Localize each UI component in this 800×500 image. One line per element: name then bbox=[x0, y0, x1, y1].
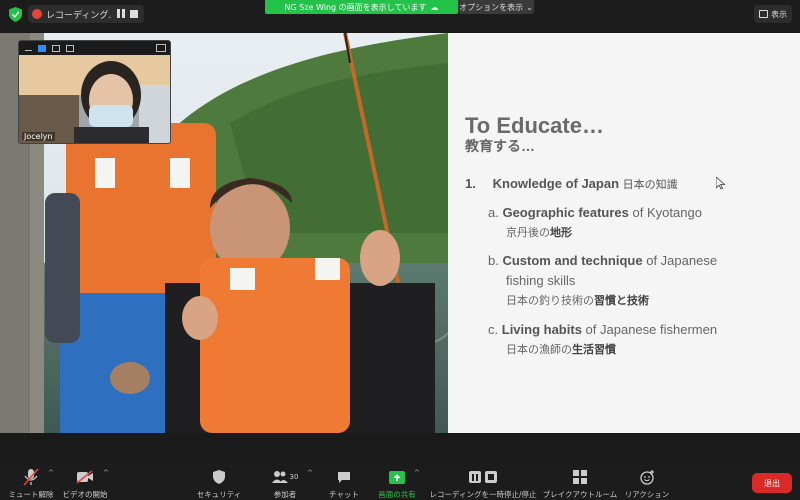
recording-controls-button[interactable]: レコーディングを一時停止/停止 bbox=[428, 458, 538, 500]
pause-stop-icon bbox=[466, 466, 500, 488]
subitem-line2: fishing skills bbox=[506, 273, 576, 288]
security-button[interactable]: セキュリティ bbox=[196, 458, 242, 500]
recording-indicator[interactable]: レコーディング... bbox=[28, 5, 144, 23]
leave-button[interactable]: 退出 bbox=[752, 473, 792, 493]
self-video-feed bbox=[19, 55, 170, 143]
speaker-view-icon[interactable] bbox=[52, 44, 60, 52]
slide-subitem-a: a. Geographic features of Kyotango 京丹後の地… bbox=[488, 203, 702, 243]
grid-view-icon bbox=[759, 10, 768, 18]
share-screen-label: 画面の共有 bbox=[378, 490, 416, 499]
subitem-jp-bold: 地形 bbox=[550, 227, 572, 239]
subitem-jp: 日本の釣り技術の習慣と技術 bbox=[488, 291, 717, 311]
slide-subitem-b: b. Custom and technique of Japanese fish… bbox=[488, 251, 717, 311]
security-label: セキュリティ bbox=[196, 490, 242, 499]
subitem-jp: 日本の漁師の生活習慣 bbox=[488, 340, 717, 360]
subitem-jp-pre: 日本の漁師の bbox=[506, 344, 572, 356]
presentation-slide: To Educate… 教育する… 1. Knowledge of Japan … bbox=[448, 33, 800, 433]
subitem-jp-pre: 京丹後の bbox=[506, 227, 550, 239]
video-options-chevron-icon[interactable]: ^ bbox=[103, 469, 109, 477]
subitem-letter: b. bbox=[488, 253, 499, 268]
pause-recording-icon[interactable] bbox=[116, 9, 126, 19]
participants-count: 30 bbox=[289, 473, 299, 481]
view-button[interactable]: 表示 bbox=[754, 5, 792, 23]
unmute-button[interactable]: ミュート解除 bbox=[8, 458, 54, 500]
shared-screen: To Educate… 教育する… 1. Knowledge of Japan … bbox=[0, 33, 800, 433]
start-video-label: ビデオの開始 bbox=[62, 490, 108, 499]
share-banner-text: NG Sze Wing の画面を表示しています bbox=[284, 2, 427, 12]
subitem-bold: Geographic features bbox=[502, 205, 629, 220]
subitem-rest: of Kyotango bbox=[632, 205, 702, 220]
top-bar: レコーディング... NG Sze Wing の画面を表示しています ☁ オプシ… bbox=[0, 0, 800, 32]
chat-label: チャット bbox=[329, 490, 359, 499]
self-video-window[interactable]: Jocelyn bbox=[18, 40, 171, 144]
share-screen-icon bbox=[385, 466, 409, 488]
slide-item-1: 1. Knowledge of Japan 日本の知識 bbox=[465, 176, 678, 192]
unmute-label: ミュート解除 bbox=[8, 490, 54, 499]
video-off-icon bbox=[73, 466, 97, 488]
shield-icon bbox=[207, 466, 231, 488]
share-screen-button[interactable]: 画面の共有 bbox=[374, 458, 420, 500]
item-number: 1. bbox=[465, 176, 476, 191]
thumbnail-view-icon[interactable] bbox=[38, 44, 46, 52]
view-options-label: オプションを表示 bbox=[459, 2, 524, 12]
subitem-rest: of Japanese fishermen bbox=[585, 322, 718, 337]
reactions-label: リアクション bbox=[624, 490, 670, 499]
minimize-icon[interactable] bbox=[25, 50, 32, 51]
participants-label: 参加者 bbox=[273, 490, 297, 499]
fullscreen-icon[interactable] bbox=[156, 44, 166, 52]
reactions-button[interactable]: リアクション bbox=[624, 458, 670, 500]
cloud-icon: ☁ bbox=[430, 2, 439, 12]
item-jp-text: 日本の知識 bbox=[622, 179, 678, 191]
chevron-down-icon: ⌄ bbox=[526, 2, 533, 12]
subitem-letter: c. bbox=[488, 322, 499, 337]
subitem-jp-pre: 日本の釣り技術の bbox=[506, 295, 594, 307]
participant-name: Jocelyn bbox=[22, 132, 55, 141]
breakout-grid-icon bbox=[568, 466, 592, 488]
chat-button[interactable]: チャット bbox=[321, 458, 367, 500]
gallery-view-icon[interactable] bbox=[66, 44, 74, 52]
slide-subtitle: 教育する… bbox=[465, 138, 535, 154]
breakout-rooms-label: ブレイクアウトルーム bbox=[542, 490, 618, 499]
subitem-bold: Custom and technique bbox=[502, 253, 643, 268]
start-video-button[interactable]: ビデオの開始 bbox=[62, 458, 108, 500]
audio-options-chevron-icon[interactable]: ^ bbox=[48, 469, 54, 477]
participants-chevron-icon[interactable]: ^ bbox=[307, 469, 313, 477]
subitem-letter: a. bbox=[488, 205, 499, 220]
self-video-header bbox=[19, 41, 170, 55]
security-shield-icon[interactable] bbox=[9, 7, 22, 22]
recording-controls-label: レコーディングを一時停止/停止 bbox=[429, 490, 537, 499]
subitem-jp: 京丹後の地形 bbox=[488, 223, 702, 243]
share-options-chevron-icon[interactable]: ^ bbox=[414, 469, 420, 477]
view-button-label: 表示 bbox=[771, 9, 787, 19]
recording-label: レコーディング... bbox=[46, 10, 112, 21]
participants-button[interactable]: 30 参加者 bbox=[262, 458, 308, 500]
breakout-rooms-button[interactable]: ブレイクアウトルーム bbox=[542, 458, 618, 500]
meeting-toolbar: ミュート解除 ^ ビデオの開始 ^ セキュリティ 30 参加者 ^ チャット 画… bbox=[0, 458, 800, 500]
view-options-button[interactable]: オプションを表示 ⌄ bbox=[458, 0, 534, 14]
subitem-rest: of Japanese bbox=[646, 253, 718, 268]
mouse-cursor-icon bbox=[716, 177, 726, 190]
stop-recording-icon[interactable] bbox=[130, 10, 138, 18]
mic-muted-icon bbox=[19, 466, 43, 488]
smiley-plus-icon bbox=[635, 466, 659, 488]
recording-dot-icon bbox=[32, 9, 42, 19]
slide-subitem-c: c. Living habits of Japanese fishermen 日… bbox=[488, 320, 717, 360]
subitem-jp-bold: 習慣と技術 bbox=[594, 295, 649, 307]
subitem-jp-bold: 生活習慣 bbox=[572, 344, 616, 356]
chat-bubble-icon bbox=[332, 466, 356, 488]
item-bold-text: Knowledge of Japan bbox=[492, 176, 620, 191]
screen-share-banner: NG Sze Wing の画面を表示しています ☁ bbox=[265, 0, 458, 14]
participants-icon: 30 bbox=[267, 466, 303, 488]
subitem-bold: Living habits bbox=[501, 322, 582, 337]
